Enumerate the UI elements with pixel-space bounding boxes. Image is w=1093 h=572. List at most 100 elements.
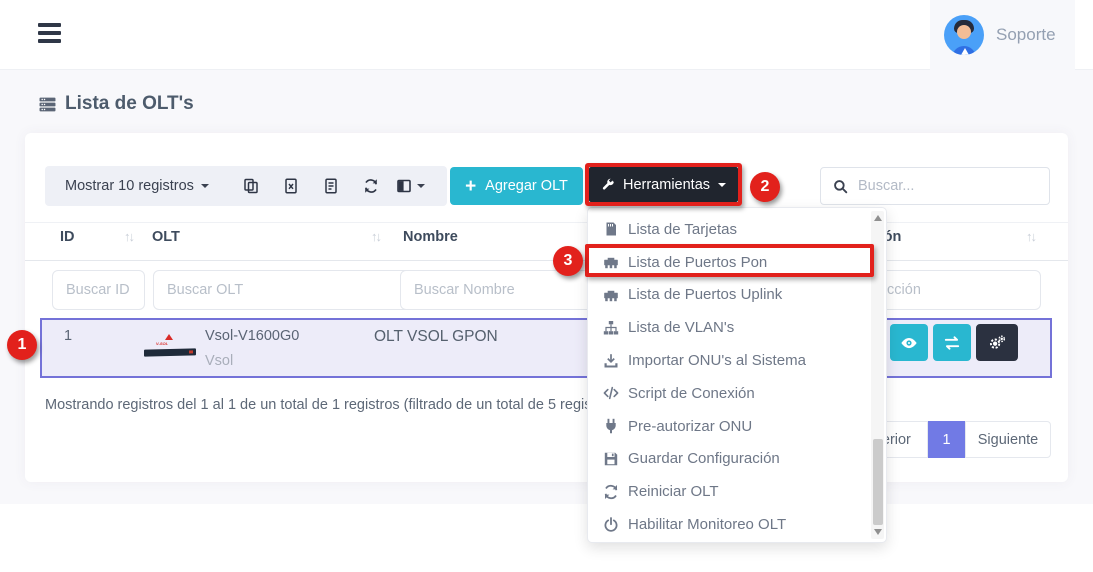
divider <box>25 260 1068 261</box>
menu-item-label: Habilitar Monitoreo OLT <box>628 516 786 533</box>
olt-list-card: Mostrar 10 registros + Agregar OLT ID ↑↓… <box>25 133 1068 482</box>
user-menu[interactable]: Soporte <box>930 0 1075 70</box>
ethernet-icon <box>603 287 619 303</box>
exchange-icon <box>943 334 961 352</box>
menu-item-label: Lista de VLAN's <box>628 319 734 336</box>
row-nombre: OLT VSOL GPON <box>374 328 498 346</box>
menu-item-reiniciar-olt[interactable]: Reiniciar OLT <box>588 475 886 508</box>
annotation-step-3: 3 <box>553 246 583 276</box>
menu-item-script-de-conexi-n[interactable]: Script de Conexión <box>588 377 886 410</box>
caret-down-icon <box>718 183 726 187</box>
columns-button[interactable] <box>391 166 431 206</box>
import-icon <box>603 353 619 369</box>
ethernet-icon <box>603 254 619 270</box>
search-icon <box>833 179 848 194</box>
eye-icon <box>900 334 918 352</box>
scroll-up-icon[interactable] <box>874 215 882 221</box>
refresh-icon <box>363 178 379 194</box>
menu-item-label: Guardar Configuración <box>628 450 780 467</box>
add-olt-label: Agregar OLT <box>485 178 568 194</box>
annotation-box-herramientas: Herramientas <box>585 163 742 206</box>
top-navbar: Soporte <box>0 0 1093 70</box>
pagination-next-button[interactable]: Siguiente <box>965 421 1051 458</box>
code-icon <box>603 385 619 401</box>
menu-item-lista-de-tarjetas[interactable]: Lista de Tarjetas <box>588 213 886 246</box>
menu-item-lista-de-puertos-uplink[interactable]: Lista de Puertos Uplink <box>588 279 886 312</box>
gears-icon <box>988 334 1006 352</box>
table-info: Mostrando registros del 1 al 1 de un tot… <box>45 397 620 413</box>
save-icon <box>603 451 619 467</box>
copy-button[interactable] <box>231 166 271 206</box>
annotation-step-2: 2 <box>750 172 780 202</box>
row-id: 1 <box>64 328 72 344</box>
caret-down-icon <box>417 184 425 188</box>
sitemap-icon <box>603 320 619 336</box>
table-controls-group: Mostrar 10 registros <box>45 166 447 206</box>
olt-device-image: V-SOL <box>142 332 198 366</box>
dropdown-scrollbar[interactable] <box>871 211 884 539</box>
exchange-button[interactable] <box>933 324 971 361</box>
sort-icon[interactable]: ↑↓ <box>124 229 133 244</box>
divider <box>25 222 1068 223</box>
page-title: Lista de OLT's <box>38 93 194 115</box>
user-name: Soporte <box>996 25 1056 45</box>
filter-olt-input[interactable] <box>153 270 412 310</box>
avatar <box>944 15 984 55</box>
sort-icon[interactable]: ↑↓ <box>1026 229 1035 244</box>
page-length-label: Mostrar 10 registros <box>65 178 194 194</box>
excel-icon <box>283 178 299 194</box>
tools-dropdown-menu: Lista de Tarjetas Lista de Puertos Pon Lis… <box>587 207 887 543</box>
page-title-text: Lista de OLT's <box>65 93 194 115</box>
pagination-current-page[interactable]: 1 <box>928 421 965 458</box>
toolbar-icon-group <box>231 166 431 206</box>
settings-button[interactable] <box>976 324 1018 361</box>
add-olt-button[interactable]: + Agregar OLT <box>450 167 583 205</box>
filter-id-input[interactable] <box>52 270 145 310</box>
scroll-down-icon[interactable] <box>874 529 882 535</box>
menu-item-label: Reiniciar OLT <box>628 483 719 500</box>
row-actions <box>890 324 1018 361</box>
menu-item-label: Lista de Puertos Pon <box>628 254 767 271</box>
menu-item-habilitar-monitoreo-olt[interactable]: Habilitar Monitoreo OLT <box>588 508 886 541</box>
menu-item-lista-de-puertos-pon[interactable]: Lista de Puertos Pon <box>588 246 886 279</box>
annotation-step-1: 1 <box>7 330 37 360</box>
refresh-button[interactable] <box>351 166 391 206</box>
menu-item-label: Lista de Tarjetas <box>628 221 737 238</box>
column-header-id[interactable]: ID <box>60 229 75 245</box>
tools-menu-items: Lista de Tarjetas Lista de Puertos Pon Lis… <box>588 213 886 541</box>
row-olt-brand: Vsol <box>205 353 233 369</box>
view-button[interactable] <box>890 324 928 361</box>
column-header-nombre[interactable]: Nombre <box>403 229 458 245</box>
menu-toggle-icon[interactable] <box>38 23 62 47</box>
menu-item-pre-autorizar-onu[interactable]: Pre-autorizar ONU <box>588 410 886 443</box>
tools-dropdown-button[interactable]: Herramientas <box>589 167 738 202</box>
sort-icon[interactable]: ↑↓ <box>371 229 380 244</box>
copy-icon <box>243 178 259 194</box>
file-button[interactable] <box>311 166 351 206</box>
sd-card-icon <box>603 221 619 237</box>
scrollbar-thumb[interactable] <box>873 439 883 525</box>
sync-icon <box>603 484 619 500</box>
search-input[interactable] <box>858 178 1037 194</box>
excel-button[interactable] <box>271 166 311 206</box>
tools-button-label: Herramientas <box>623 177 710 193</box>
menu-item-label: Pre-autorizar ONU <box>628 418 752 435</box>
wrench-icon <box>601 178 615 192</box>
menu-item-lista-de-vlan-s[interactable]: Lista de VLAN's <box>588 311 886 344</box>
power-icon <box>603 517 619 533</box>
menu-item-label: Importar ONU's al Sistema <box>628 352 806 369</box>
table-row[interactable]: 1 V-SOL Vsol-V1600G0 Vsol OLT VSOL GPON <box>40 318 1052 378</box>
menu-item-importar-onu-s-al-sistema[interactable]: Importar ONU's al Sistema <box>588 344 886 377</box>
file-icon <box>323 178 339 194</box>
menu-item-guardar-configuraci-n[interactable]: Guardar Configuración <box>588 443 886 476</box>
row-olt-model: Vsol-V1600G0 <box>205 328 299 344</box>
server-icon <box>38 96 57 113</box>
page-length-dropdown[interactable]: Mostrar 10 registros <box>65 178 209 194</box>
search-box <box>820 167 1050 205</box>
footer-band <box>0 504 1093 572</box>
caret-down-icon <box>201 184 209 188</box>
columns-icon <box>396 178 412 194</box>
plus-icon: + <box>465 177 476 196</box>
plug-icon <box>603 418 619 434</box>
column-header-olt[interactable]: OLT <box>152 229 180 245</box>
